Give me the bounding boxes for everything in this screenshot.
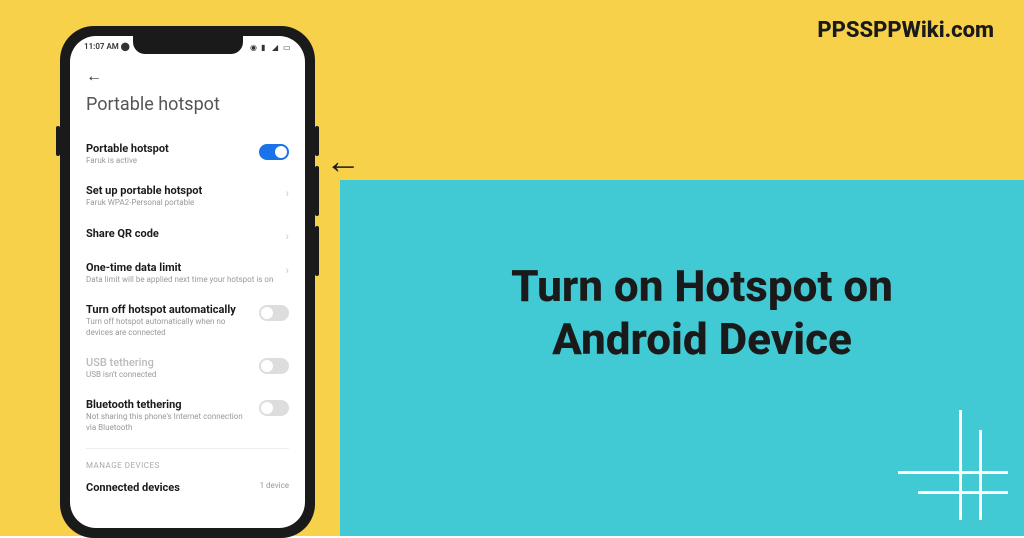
status-icons: ◉ ▮ ◢ ▭: [250, 43, 291, 51]
setting-subtitle: Faruk is active: [86, 156, 251, 166]
screen-content: ← Portable hotspot Portable hotspot Faru…: [70, 54, 305, 504]
site-logo: PPSSPPWiki.com: [817, 18, 994, 43]
setting-title: Set up portable hotspot: [86, 184, 277, 197]
chevron-right-icon: ›: [285, 263, 289, 277]
setting-bluetooth-tethering[interactable]: Bluetooth tethering Not sharing this pho…: [86, 389, 289, 442]
main-heading: Turn on Hotspot on Android Device: [440, 260, 964, 366]
setting-title: Portable hotspot: [86, 142, 251, 155]
phone-side-button: [315, 166, 319, 216]
hotspot-icon: ◉: [250, 43, 258, 51]
setting-usb-tethering: USB tethering USB isn't connected: [86, 347, 289, 389]
setting-share-qr[interactable]: Share QR code ›: [86, 218, 289, 252]
status-time: 11:07 AM ⬤: [84, 42, 130, 51]
setting-data-limit[interactable]: One-time data limit Data limit will be a…: [86, 252, 289, 294]
device-count: 1 device: [260, 481, 289, 490]
decorative-line: [959, 410, 962, 520]
setting-title: Turn off hotspot automatically: [86, 303, 251, 316]
setting-title: Connected devices: [86, 481, 252, 494]
decorative-line: [979, 430, 982, 520]
setting-portable-hotspot[interactable]: Portable hotspot Faruk is active: [86, 133, 289, 175]
decorative-line: [918, 491, 1008, 494]
phone-frame: 11:07 AM ⬤ ◉ ▮ ◢ ▭ ← Portable hotspot Po…: [60, 26, 315, 538]
wifi-icon: ◢: [272, 43, 280, 51]
back-button[interactable]: ←: [86, 62, 289, 94]
phone-side-button: [315, 126, 319, 156]
setting-subtitle: USB isn't connected: [86, 370, 251, 380]
phone-side-button: [56, 126, 60, 156]
bluetooth-toggle[interactable]: [259, 400, 289, 416]
usb-toggle: [259, 358, 289, 374]
page-title: Portable hotspot: [86, 94, 289, 115]
arrow-pointer-icon: ←: [325, 140, 361, 182]
chevron-right-icon: ›: [285, 229, 289, 243]
chevron-right-icon: ›: [285, 186, 289, 200]
section-label: MANAGE DEVICES: [86, 455, 289, 472]
setting-subtitle: Not sharing this phone's Internet connec…: [86, 412, 251, 433]
battery-icon: ▭: [283, 43, 291, 51]
phone-notch: [133, 36, 243, 54]
setting-subtitle: Turn off hotspot automatically when no d…: [86, 317, 251, 338]
hotspot-toggle[interactable]: [259, 144, 289, 160]
whatsapp-icon: ⬤: [121, 42, 130, 51]
setting-title: USB tethering: [86, 356, 251, 369]
setting-title: Share QR code: [86, 227, 277, 240]
setting-subtitle: Faruk WPA2-Personal portable: [86, 198, 277, 208]
phone-side-button: [315, 226, 319, 276]
setting-title: One-time data limit: [86, 261, 277, 274]
setting-connected-devices[interactable]: Connected devices 1 device: [86, 472, 289, 504]
setting-auto-off[interactable]: Turn off hotspot automatically Turn off …: [86, 294, 289, 347]
auto-off-toggle[interactable]: [259, 305, 289, 321]
signal-icon: ▮: [261, 43, 269, 51]
setting-title: Bluetooth tethering: [86, 398, 251, 411]
decorative-line: [898, 471, 1008, 474]
phone-screen: 11:07 AM ⬤ ◉ ▮ ◢ ▭ ← Portable hotspot Po…: [70, 36, 305, 528]
divider: [86, 448, 289, 449]
setting-subtitle: Data limit will be applied next time you…: [86, 275, 277, 285]
setting-setup-hotspot[interactable]: Set up portable hotspot Faruk WPA2-Perso…: [86, 175, 289, 217]
